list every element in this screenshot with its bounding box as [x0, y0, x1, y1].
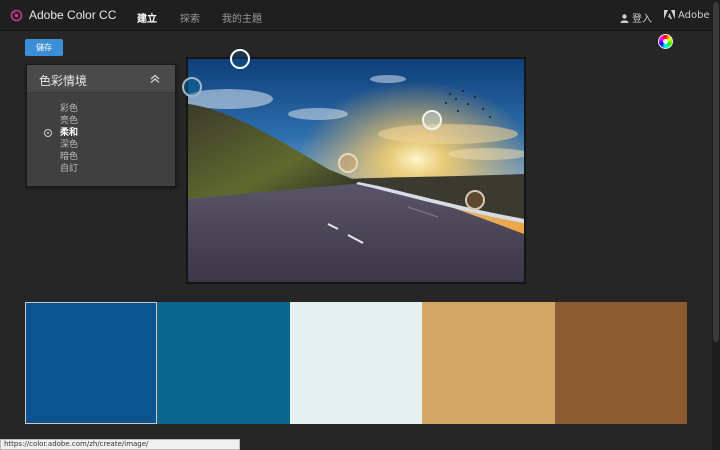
- collapse-chevron-icon[interactable]: [149, 73, 161, 85]
- mood-option-deep[interactable]: 深色: [27, 139, 175, 151]
- color-picker-4[interactable]: [338, 153, 358, 173]
- mood-option-label: 暗色: [60, 152, 79, 162]
- adobe-label: Adobe: [678, 10, 710, 21]
- color-picker-1[interactable]: [230, 49, 250, 69]
- login-link[interactable]: 登入: [620, 10, 652, 25]
- status-bar-url: https://color.adobe.com/zh/create/image/: [0, 439, 240, 450]
- color-swatch-5[interactable]: [554, 302, 688, 424]
- nav-tab-create[interactable]: 建立: [137, 10, 157, 25]
- color-mood-panel-header: 色彩情境: [27, 65, 175, 93]
- adobe-color-logo-icon[interactable]: [10, 9, 23, 22]
- nav-tab-explore[interactable]: 探索: [180, 10, 200, 25]
- radio-selected-icon: [44, 129, 52, 137]
- mood-option-muted[interactable]: 柔和: [27, 127, 175, 139]
- color-swatch-3[interactable]: [289, 302, 423, 424]
- mood-option-colorful[interactable]: 彩色: [27, 103, 175, 115]
- color-mood-options: 彩色 亮色 柔和 深色 暗色 自訂: [27, 103, 175, 175]
- page-scrollbar[interactable]: [712, 0, 720, 450]
- mood-option-bright[interactable]: 亮色: [27, 115, 175, 127]
- save-button[interactable]: 儲存: [25, 39, 63, 56]
- color-swatch-4[interactable]: [422, 302, 555, 424]
- adobe-logo-icon: [664, 10, 675, 19]
- color-swatch-2[interactable]: [157, 302, 290, 424]
- login-label: 登入: [632, 14, 652, 25]
- user-icon: [620, 14, 629, 23]
- color-swatches: [25, 302, 688, 424]
- app-title[interactable]: Adobe Color CC: [29, 8, 116, 22]
- nav-tab-my-themes[interactable]: 我的主題: [222, 10, 262, 25]
- color-mood-panel: 色彩情境 彩色 亮色 柔和 深色 暗色 自訂: [26, 64, 176, 187]
- mood-option-label: 自訂: [60, 164, 79, 174]
- color-picker-2[interactable]: [182, 77, 202, 97]
- mood-option-label: 柔和: [60, 128, 79, 138]
- color-swatch-1[interactable]: [25, 302, 158, 424]
- mood-option-dark[interactable]: 暗色: [27, 151, 175, 163]
- mood-option-label: 深色: [60, 140, 79, 150]
- mood-option-label: 亮色: [60, 116, 79, 126]
- mood-option-label: 彩色: [60, 104, 79, 114]
- mood-option-custom[interactable]: 自訂: [27, 163, 175, 175]
- color-wheel-icon[interactable]: [658, 34, 673, 49]
- color-picker-5[interactable]: [465, 190, 485, 210]
- scrollbar-thumb[interactable]: [713, 2, 719, 342]
- top-navigation-bar: Adobe Color CC 建立 探索 我的主題 登入 Adobe: [0, 0, 712, 31]
- color-picker-3[interactable]: [422, 110, 442, 130]
- color-mood-title: 色彩情境: [39, 74, 88, 88]
- adobe-link[interactable]: Adobe: [664, 10, 710, 21]
- source-image: [188, 59, 524, 282]
- source-image-frame: [186, 57, 526, 284]
